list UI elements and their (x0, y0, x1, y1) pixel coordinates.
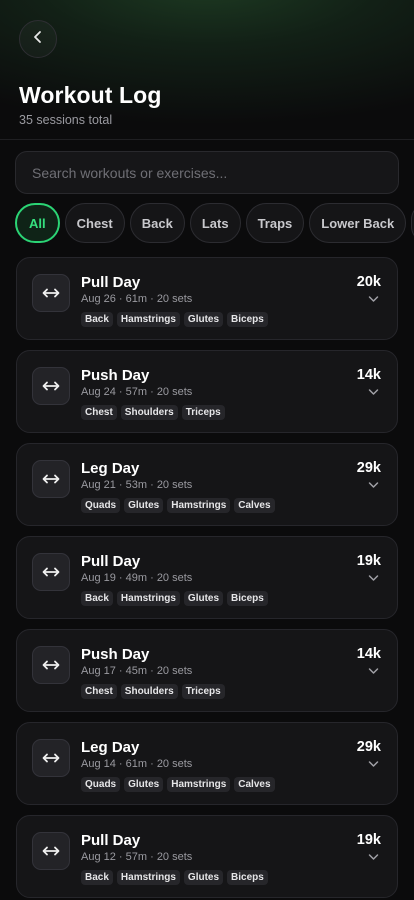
workout-name: Pull Day (81, 274, 141, 291)
filter-chips: AllChestBackLatsTrapsLower BackS (0, 203, 414, 245)
filter-chip-lats[interactable]: Lats (189, 203, 241, 243)
workout-meta: Aug 17 · 45m · 20 sets (81, 665, 193, 677)
workout-volume: 29k (356, 739, 381, 755)
workout-name: Leg Day (81, 460, 140, 477)
muscle-tag: Triceps (181, 405, 225, 420)
muscle-tag: Glutes (124, 498, 164, 513)
muscle-tag: Back (81, 312, 113, 327)
workout-meta: Aug 14 · 61m · 20 sets (81, 758, 193, 770)
muscle-tag: Back (81, 591, 113, 606)
muscle-tags: Back Hamstrings Glutes Biceps (81, 312, 268, 327)
workout-volume: 20k (356, 274, 381, 290)
muscle-tag: Biceps (227, 870, 268, 885)
muscle-tag: Shoulders (120, 684, 178, 699)
workout-card[interactable]: Leg Day Aug 21 · 53m · 20 sets Quads Glut… (16, 443, 398, 526)
filter-chip-traps[interactable]: Traps (245, 203, 305, 243)
workout-meta: Aug 19 · 49m · 20 sets (81, 572, 193, 584)
muscle-tag: Hamstrings (116, 591, 180, 606)
workout-volume: 14k (356, 646, 381, 662)
muscle-tags: Chest Shoulders Triceps (81, 684, 225, 699)
muscle-tags: Chest Shoulders Triceps (81, 405, 225, 420)
muscle-tag: Calves (234, 498, 275, 513)
workout-name: Pull Day (81, 832, 141, 849)
filter-chip-back[interactable]: Back (129, 203, 185, 243)
muscle-tags: Quads Glutes Hamstrings Calves (81, 777, 275, 792)
muscle-tag: Biceps (227, 591, 268, 606)
dumbbell-icon (32, 739, 70, 777)
dumbbell-icon (32, 646, 70, 684)
workout-name: Pull Day (81, 553, 141, 570)
search-bar (0, 140, 414, 194)
workout-meta: Aug 12 · 57m · 20 sets (81, 851, 193, 863)
muscle-tag: Biceps (227, 312, 268, 327)
search-input[interactable] (15, 151, 399, 194)
muscle-tag: Calves (234, 777, 275, 792)
muscle-tag: Glutes (183, 870, 224, 885)
chevron-left-icon (31, 30, 45, 49)
dumbbell-icon (32, 460, 70, 498)
muscle-tags: Back Hamstrings Glutes Biceps (81, 591, 268, 606)
dumbbell-icon (32, 367, 70, 405)
muscle-tag: Quads (81, 498, 121, 513)
muscle-tag: Hamstrings (116, 870, 180, 885)
workout-card[interactable]: Push Day Aug 24 · 57m · 20 sets Chest Sho… (16, 350, 398, 433)
muscle-tag: Hamstrings (116, 312, 180, 327)
dumbbell-icon (32, 553, 70, 591)
muscle-tag: Glutes (124, 777, 164, 792)
workout-volume: 29k (356, 460, 381, 476)
muscle-tag: Triceps (181, 684, 225, 699)
filter-chip-lower-back[interactable]: Lower Back (309, 203, 407, 243)
muscle-tags: Quads Glutes Hamstrings Calves (81, 498, 275, 513)
page-title: Workout Log (19, 82, 162, 108)
dumbbell-icon (32, 832, 70, 870)
muscle-tag: Glutes (183, 312, 224, 327)
workout-volume: 14k (356, 367, 381, 383)
muscle-tag: Chest (81, 684, 117, 699)
workout-card[interactable]: Leg Day Aug 14 · 61m · 20 sets Quads Glut… (16, 722, 398, 805)
muscle-tags: Back Hamstrings Glutes Biceps (81, 870, 268, 885)
workout-meta: Aug 26 · 61m · 20 sets (81, 293, 193, 305)
workout-volume: 19k (356, 553, 381, 569)
muscle-tag: Hamstrings (167, 777, 231, 792)
workout-name: Push Day (81, 367, 150, 384)
muscle-tag: Chest (81, 405, 117, 420)
workout-volume: 19k (356, 832, 381, 848)
page-header: Workout Log 35 sessions total (0, 0, 414, 140)
muscle-tag: Quads (81, 777, 121, 792)
muscle-tag: Shoulders (120, 405, 178, 420)
filter-chip-chest[interactable]: Chest (64, 203, 125, 243)
workout-name: Leg Day (81, 739, 140, 756)
workout-name: Push Day (81, 646, 150, 663)
workout-card[interactable]: Push Day Aug 17 · 45m · 20 sets Chest Sho… (16, 629, 398, 712)
back-button[interactable] (19, 20, 57, 58)
workout-list: Pull Day Aug 26 · 61m · 20 sets Back Hams… (0, 245, 414, 898)
workout-meta: Aug 21 · 53m · 20 sets (81, 479, 193, 491)
workout-card[interactable]: Pull Day Aug 26 · 61m · 20 sets Back Hams… (16, 257, 398, 340)
workout-card[interactable]: Pull Day Aug 12 · 57m · 20 sets Back Hams… (16, 815, 398, 898)
dumbbell-icon (32, 274, 70, 312)
workout-card[interactable]: Pull Day Aug 19 · 49m · 20 sets Back Hams… (16, 536, 398, 619)
workout-meta: Aug 24 · 57m · 20 sets (81, 386, 193, 398)
muscle-tag: Back (81, 870, 113, 885)
filter-chip-all[interactable]: All (15, 203, 60, 243)
muscle-tag: Hamstrings (167, 498, 231, 513)
session-count: 35 sessions total (19, 113, 113, 127)
muscle-tag: Glutes (183, 591, 224, 606)
